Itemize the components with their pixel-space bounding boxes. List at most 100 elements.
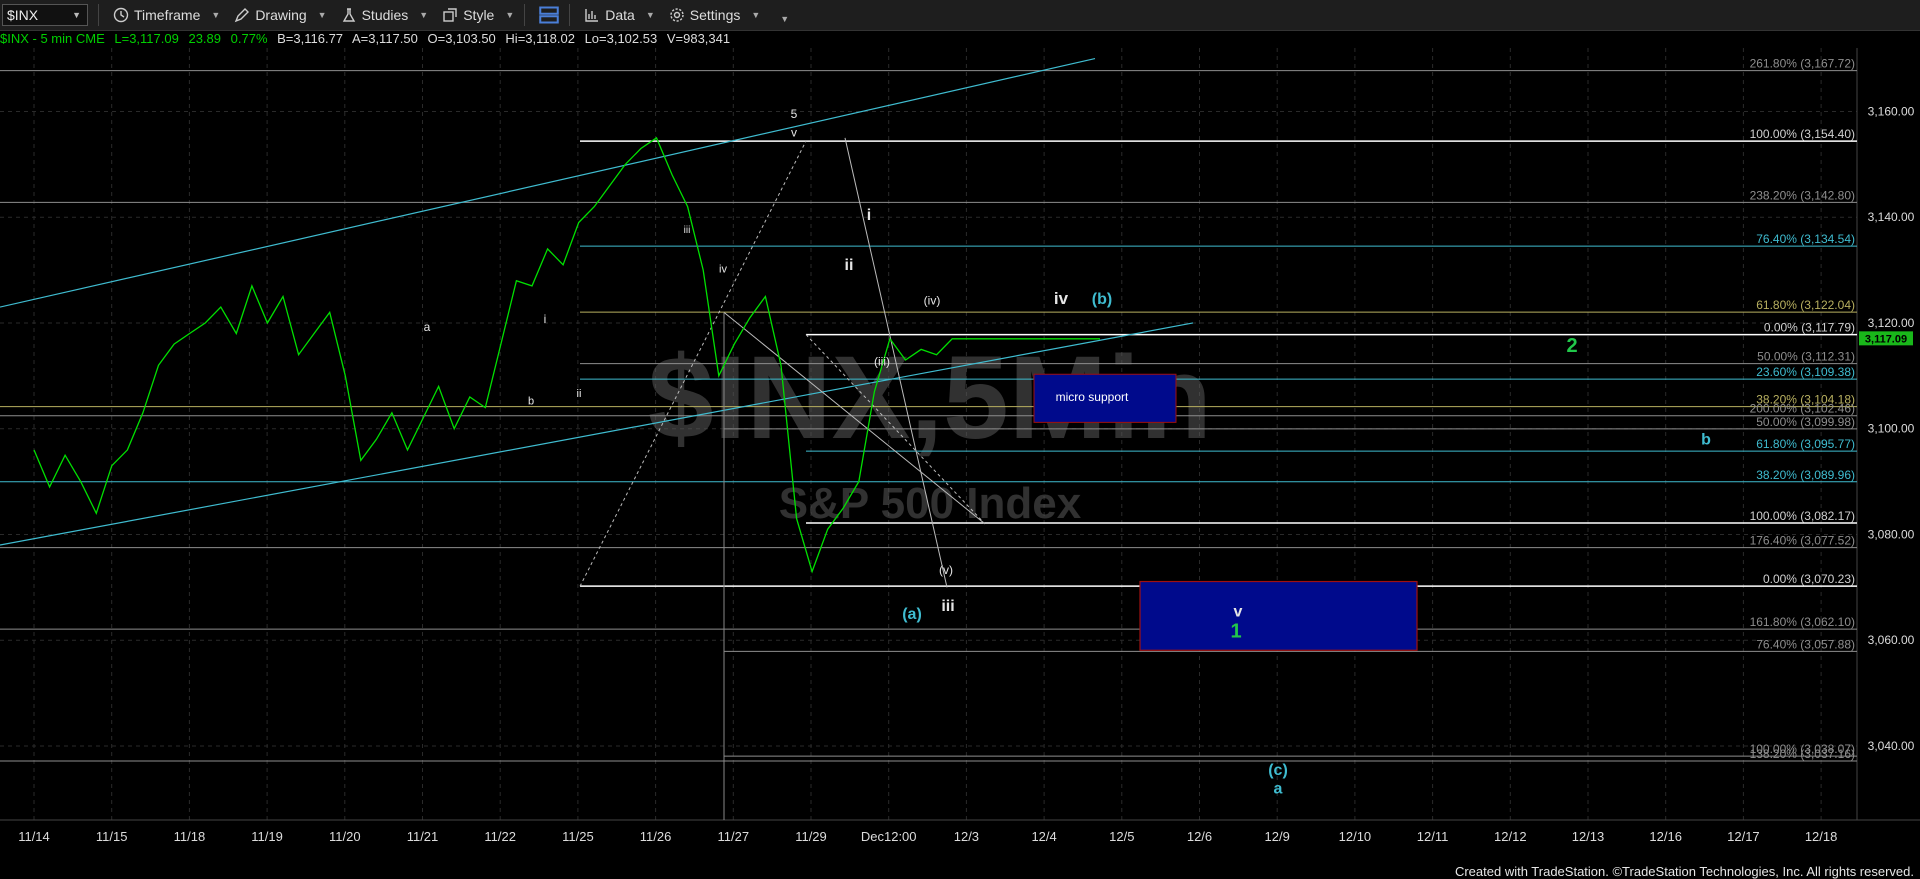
x-tick-label: 11/29 xyxy=(795,829,827,844)
price-chart[interactable]: 11/14 11/15 11/18 11/19 11/20 11/21 11/22 11/25… xyxy=(0,48,1920,879)
wave-label-cyan: (c) xyxy=(1268,762,1288,779)
wave-label: (iv) xyxy=(924,293,941,307)
x-tick-label: 12/16 xyxy=(1649,829,1682,844)
caret-down-icon: ▼ xyxy=(419,10,429,20)
wave-label: i xyxy=(544,312,547,326)
quote-infobar: $INX - 5 min CME L=3,117.09 23.89 0.77% … xyxy=(0,31,736,47)
y-tick-label: 3,100.00 xyxy=(1868,422,1915,436)
x-tick-label: 11/15 xyxy=(96,829,128,844)
style-menu[interactable]: Style ▼ xyxy=(442,7,514,23)
caret-down-icon: ▼ xyxy=(645,10,655,20)
fib-level-label: 238.20% (3,142.80) xyxy=(1750,188,1855,202)
wave-label: i xyxy=(867,207,871,224)
info-open: O=3,103.50 xyxy=(427,31,496,46)
info-symbol: $INX - 5 min CME xyxy=(0,31,105,46)
x-tick-label: 12/11 xyxy=(1417,829,1449,844)
info-last: L=3,117.09 xyxy=(114,31,179,46)
wave-label: (iii) xyxy=(874,354,890,368)
fib-level-label: 61.80% (3,095.77) xyxy=(1756,437,1855,451)
x-tick-label: 12/5 xyxy=(1109,829,1134,844)
y-tick-label: 3,140.00 xyxy=(1868,210,1915,224)
studies-label: Studies xyxy=(361,7,409,23)
x-tick-label: 11/26 xyxy=(640,829,672,844)
x-tick-label: 11/21 xyxy=(407,829,439,844)
wave-label: iv xyxy=(719,264,727,276)
info-ask: A=3,117.50 xyxy=(351,31,418,46)
studies-menu[interactable]: Studies ▼ xyxy=(341,7,429,23)
timeframe-label: Timeframe xyxy=(134,7,201,23)
last-price-label: 3,117.09 xyxy=(1865,333,1907,345)
wave-label: (v) xyxy=(939,563,953,577)
caret-down-icon: ▼ xyxy=(211,10,221,20)
info-pct: 0.77% xyxy=(230,31,268,46)
data-menu[interactable]: Data ▼ xyxy=(584,7,655,23)
wave-label-cyan: b xyxy=(1701,432,1711,449)
wave-label: iii xyxy=(684,225,691,236)
fib-level-label: 200.00% (3,102.46) xyxy=(1750,402,1855,416)
wave-label: 5 xyxy=(791,107,798,121)
caret-down-icon: ▼ xyxy=(751,10,761,20)
wave-label-cyan: (b) xyxy=(1092,291,1112,308)
wave-label: ii xyxy=(845,257,854,274)
wave-label-cyan: a xyxy=(1274,781,1283,798)
drawing-menu[interactable]: Drawing ▼ xyxy=(234,7,327,23)
fib-level-label: 76.40% (3,134.54) xyxy=(1756,232,1855,246)
x-tick-label: 12/4 xyxy=(1031,829,1056,844)
toolbar-divider xyxy=(524,4,526,26)
chevron-down-icon: ▼ xyxy=(72,10,81,20)
caret-down-icon: ▼ xyxy=(317,10,327,20)
caret-down-icon: ▼ xyxy=(505,10,515,20)
style-icon xyxy=(443,8,457,22)
toolbar-divider xyxy=(569,4,571,26)
drawing-label: Drawing xyxy=(255,7,307,23)
wave-label-cyan: (a) xyxy=(902,606,922,623)
clock-icon xyxy=(113,7,129,23)
x-tick-label: 11/19 xyxy=(251,829,283,844)
wave-label: b xyxy=(528,395,534,407)
x-tick-label: 12/10 xyxy=(1339,829,1372,844)
info-bid: B=3,116.77 xyxy=(277,31,344,46)
y-tick-label: 3,120.00 xyxy=(1868,316,1915,330)
x-tick-label: Dec12:00 xyxy=(861,829,917,844)
fib-level-label: 138.20% (3,037.16) xyxy=(1750,747,1855,761)
flask-icon xyxy=(342,8,355,22)
fib-level-label: 50.00% (3,099.98) xyxy=(1756,415,1855,429)
x-tick-label: 11/18 xyxy=(174,829,206,844)
y-tick-label: 3,060.00 xyxy=(1868,633,1915,647)
x-tick-label: 12/12 xyxy=(1494,829,1527,844)
layout-icon xyxy=(539,6,560,24)
fib-level-label: 50.00% (3,112.31) xyxy=(1757,350,1855,364)
wave-label: a xyxy=(424,320,431,334)
info-low: Lo=3,102.53 xyxy=(584,31,658,46)
caret-down-icon: ▼ xyxy=(780,14,790,24)
data-label: Data xyxy=(605,7,635,23)
wave-label: ii xyxy=(577,388,582,400)
symbol-value: $INX xyxy=(7,7,39,23)
wave-label: iii xyxy=(941,598,954,615)
y-tick-label: 3,160.00 xyxy=(1868,104,1915,118)
target-box xyxy=(1139,580,1418,651)
more-menu[interactable]: ▼ xyxy=(774,6,789,24)
fib-level-label: 176.40% (3,077.52) xyxy=(1750,534,1855,548)
layout-button[interactable] xyxy=(539,5,560,25)
fib-level-label: 76.40% (3,057.88) xyxy=(1756,637,1855,651)
wave-label: iv xyxy=(1054,289,1069,308)
settings-menu[interactable]: Settings ▼ xyxy=(669,7,761,23)
fib-level-label: 38.20% (3,089.96) xyxy=(1756,468,1855,482)
x-tick-label: 12/18 xyxy=(1805,829,1838,844)
timeframe-menu[interactable]: Timeframe ▼ xyxy=(113,7,220,23)
toolbar-divider xyxy=(98,4,99,26)
x-tick-label: 11/14 xyxy=(18,829,50,844)
x-tick-label: 11/22 xyxy=(484,829,516,844)
symbol-input[interactable]: $INX ▼ xyxy=(2,4,88,26)
wave-label: v xyxy=(791,125,797,139)
x-tick-label: 12/17 xyxy=(1727,829,1760,844)
fib-level-label: 0.00% (3,117.79) xyxy=(1764,321,1855,335)
y-tick-label: 3,040.00 xyxy=(1868,739,1915,753)
y-tick-label: 3,080.00 xyxy=(1868,527,1915,541)
fib-level-label: 0.00% (3,070.23) xyxy=(1763,572,1855,586)
info-change: 23.89 xyxy=(188,31,222,46)
copyright-footer: Created with TradeStation. ©TradeStation… xyxy=(1454,864,1914,879)
toolbar: $INX ▼ Timeframe ▼ Drawing ▼ Studies ▼ S… xyxy=(0,0,1920,31)
fib-level-label: 23.60% (3,109.38) xyxy=(1756,365,1855,379)
